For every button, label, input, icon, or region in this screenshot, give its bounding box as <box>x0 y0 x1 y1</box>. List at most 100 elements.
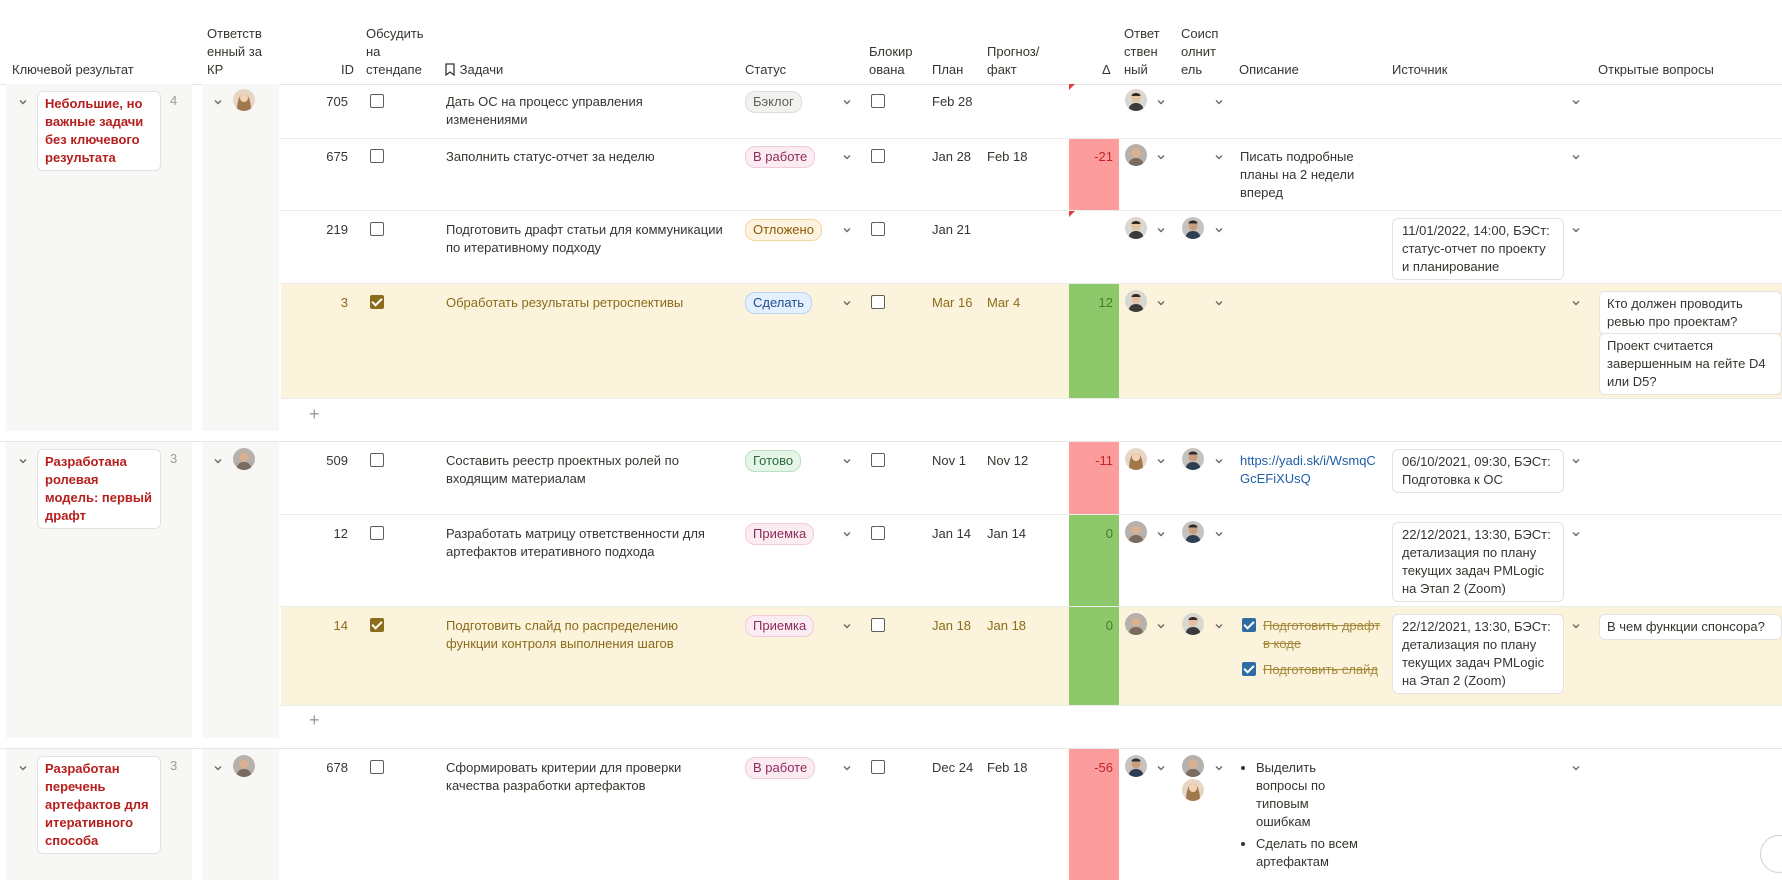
avatar[interactable] <box>1182 448 1204 470</box>
source-card[interactable]: 22/12/2021, 13:30, БЭСт: детализация по … <box>1392 614 1564 694</box>
status-chevron-icon[interactable] <box>842 298 852 308</box>
coexec-chevron-icon[interactable] <box>1214 763 1224 773</box>
status-badge[interactable]: Бэклог <box>745 91 802 113</box>
coexec-chevron-icon[interactable] <box>1214 529 1224 539</box>
blocked-checkbox[interactable] <box>871 618 885 632</box>
blocked-checkbox[interactable] <box>871 94 885 108</box>
avatar[interactable] <box>233 755 255 777</box>
avatar[interactable] <box>1125 521 1147 543</box>
header-source[interactable]: Источник <box>1392 61 1448 79</box>
status-badge[interactable]: Приемка <box>745 523 815 545</box>
responsible-chevron-icon[interactable] <box>1156 152 1166 162</box>
task-title[interactable]: Подготовить слайд по распределению функц… <box>446 617 726 653</box>
status-chevron-icon[interactable] <box>842 763 852 773</box>
source-card[interactable]: 11/01/2022, 14:00, БЭСт: статус-отчет по… <box>1392 218 1564 280</box>
responsible-chevron-icon[interactable] <box>1156 225 1166 235</box>
owner-chevron-icon[interactable] <box>213 97 223 107</box>
status-badge[interactable]: В работе <box>745 146 816 168</box>
status-badge[interactable]: Готово <box>745 450 802 472</box>
header-id[interactable]: ID <box>330 61 354 79</box>
task-title[interactable]: Обработать результаты ретроспективы <box>446 294 726 312</box>
source-chevron-icon[interactable] <box>1571 763 1581 773</box>
status-chevron-icon[interactable] <box>842 621 852 631</box>
kr-card[interactable]: Разработан перечень артефактов для итера… <box>37 756 161 854</box>
responsible-chevron-icon[interactable] <box>1156 97 1166 107</box>
status-badge[interactable]: Отложено <box>745 219 822 241</box>
blocked-checkbox[interactable] <box>871 222 885 236</box>
header-responsible[interactable]: Ответ ствен ный <box>1124 25 1164 79</box>
task-title[interactable]: Разработать матрицу ответственности для … <box>446 525 726 561</box>
status-badge[interactable]: Приемка <box>745 615 815 637</box>
blocked-checkbox[interactable] <box>871 760 885 774</box>
kr-card[interactable]: Разработана ролевая модель: первый драфт <box>37 449 161 529</box>
coexec-chevron-icon[interactable] <box>1214 97 1224 107</box>
collapse-group-chevron-icon[interactable] <box>18 97 28 107</box>
avatar[interactable] <box>1182 755 1204 777</box>
coexec-chevron-icon[interactable] <box>1214 152 1224 162</box>
description-text[interactable]: Писать подробные планы на 2 недели впере… <box>1240 148 1380 202</box>
source-chevron-icon[interactable] <box>1571 298 1581 308</box>
task-title[interactable]: Составить реестр проектных ролей по вход… <box>446 452 726 488</box>
discuss-checkbox[interactable] <box>370 149 384 163</box>
header-owner-kr[interactable]: Ответств енный за КР <box>207 25 277 79</box>
discuss-checkbox[interactable] <box>370 94 384 108</box>
question-card[interactable]: Проект считается завершенным на гейте D4… <box>1599 333 1782 395</box>
description-link[interactable]: https://yadi.sk/i/WsmqCGcEFiXUsQ <box>1240 452 1380 488</box>
discuss-checkbox[interactable] <box>370 222 384 236</box>
header-discuss[interactable]: Обсудить на стендапе <box>366 25 430 79</box>
avatar[interactable] <box>1125 217 1147 239</box>
blocked-checkbox[interactable] <box>871 453 885 467</box>
avatar[interactable] <box>233 89 255 111</box>
discuss-checkbox-checked[interactable] <box>370 295 384 309</box>
avatar[interactable] <box>1125 290 1147 312</box>
task-title[interactable]: Подготовить драфт статьи для коммуникаци… <box>446 221 726 257</box>
source-chevron-icon[interactable] <box>1571 529 1581 539</box>
owner-chevron-icon[interactable] <box>213 456 223 466</box>
task-title[interactable]: Дать ОС на процесс управления изменениям… <box>446 93 726 129</box>
collapse-group-chevron-icon[interactable] <box>18 456 28 466</box>
source-chevron-icon[interactable] <box>1571 621 1581 631</box>
status-chevron-icon[interactable] <box>842 225 852 235</box>
question-card[interactable]: В чем функции спонсора? <box>1599 614 1782 640</box>
collapse-group-chevron-icon[interactable] <box>18 763 28 773</box>
subtask-checkbox-checked[interactable] <box>1242 662 1256 676</box>
discuss-checkbox-checked[interactable] <box>370 618 384 632</box>
source-chevron-icon[interactable] <box>1571 97 1581 107</box>
source-chevron-icon[interactable] <box>1571 152 1581 162</box>
description-bullets[interactable]: Выделить вопросы по типовым ошибкам Сдел… <box>1236 759 1366 875</box>
avatar[interactable] <box>1125 755 1147 777</box>
source-card[interactable]: 22/12/2021, 13:30, БЭСт: детализация по … <box>1392 522 1564 602</box>
header-blocked[interactable]: Блокир ована <box>869 43 919 79</box>
responsible-chevron-icon[interactable] <box>1156 529 1166 539</box>
avatar[interactable] <box>1125 613 1147 635</box>
coexec-chevron-icon[interactable] <box>1214 225 1224 235</box>
source-card[interactable]: 06/10/2021, 09:30, БЭСт: Подготовка к ОС <box>1392 449 1564 493</box>
add-row-button[interactable]: + <box>309 710 320 731</box>
header-status[interactable]: Статус <box>745 61 786 79</box>
status-chevron-icon[interactable] <box>842 97 852 107</box>
task-title[interactable]: Сформировать критерии для проверки качес… <box>446 759 726 795</box>
avatar[interactable] <box>1182 613 1204 635</box>
subtask-checkbox-checked[interactable] <box>1242 618 1256 632</box>
owner-chevron-icon[interactable] <box>213 763 223 773</box>
coexec-chevron-icon[interactable] <box>1214 298 1224 308</box>
help-button[interactable] <box>1760 835 1782 873</box>
responsible-chevron-icon[interactable] <box>1156 621 1166 631</box>
header-key-result[interactable]: Ключевой результат <box>12 61 134 79</box>
header-coexec[interactable]: Соисп олнит ель <box>1181 25 1225 79</box>
avatar[interactable] <box>1125 448 1147 470</box>
header-tasks[interactable]: Задачи <box>444 61 503 79</box>
header-plan[interactable]: План <box>932 61 963 79</box>
blocked-checkbox[interactable] <box>871 526 885 540</box>
avatar[interactable] <box>233 448 255 470</box>
avatar[interactable] <box>1182 217 1204 239</box>
source-chevron-icon[interactable] <box>1571 456 1581 466</box>
source-chevron-icon[interactable] <box>1571 225 1581 235</box>
discuss-checkbox[interactable] <box>370 453 384 467</box>
question-card[interactable]: Кто должен проводить ревью про проектам? <box>1599 291 1782 335</box>
coexec-chevron-icon[interactable] <box>1214 621 1224 631</box>
avatar[interactable] <box>1182 521 1204 543</box>
coexec-chevron-icon[interactable] <box>1214 456 1224 466</box>
status-badge[interactable]: В работе <box>745 757 816 779</box>
discuss-checkbox[interactable] <box>370 526 384 540</box>
